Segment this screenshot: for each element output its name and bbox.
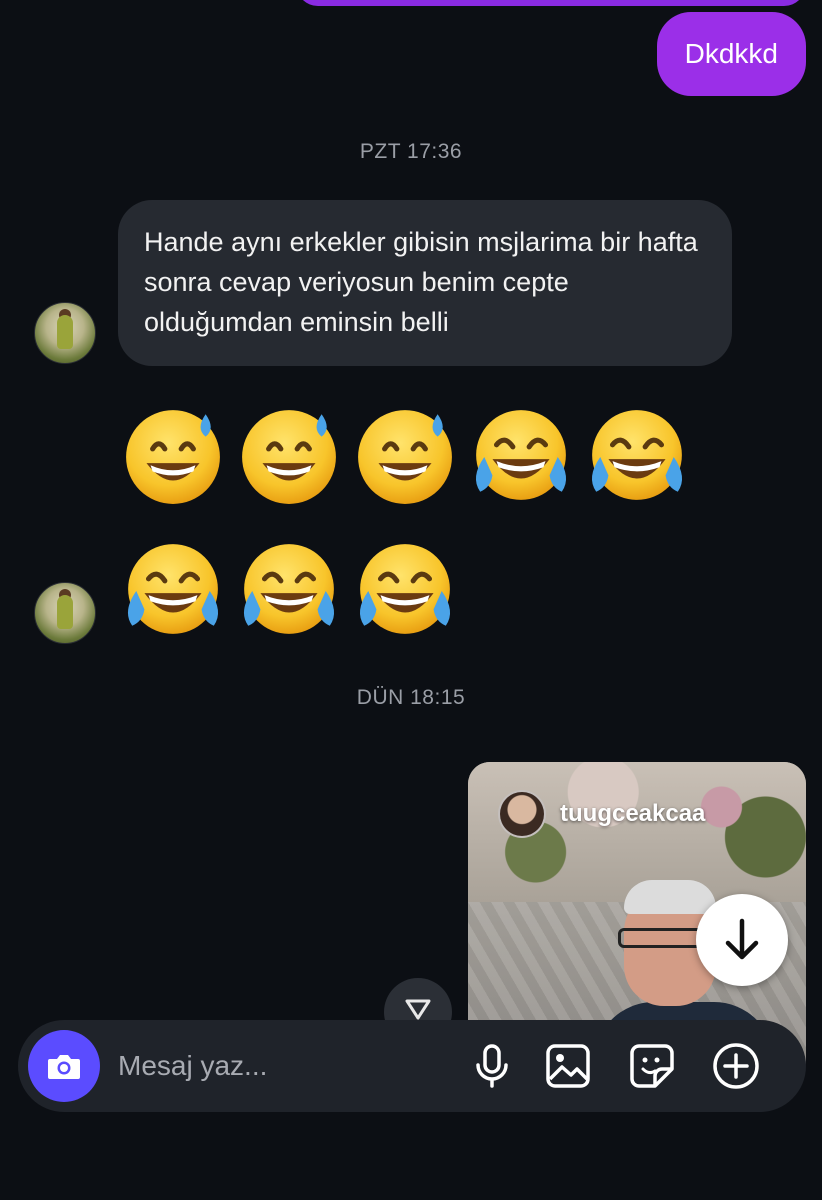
- sender-avatar[interactable]: [34, 302, 96, 364]
- camera-icon: [48, 1055, 80, 1079]
- face-with-tears-of-joy-emoji: [243, 544, 335, 634]
- chat-screen: Dkdkkd PZT 17:36 Hande aynı erkekler gib…: [0, 0, 822, 1200]
- gallery-icon: [546, 1044, 590, 1088]
- story-author-avatar: [498, 790, 546, 838]
- more-actions-button[interactable]: [712, 1042, 760, 1090]
- incoming-message-bubble[interactable]: Hande aynı erkekler gibisin msjlarima bi…: [118, 200, 732, 366]
- face-with-tears-of-joy-emoji: [591, 410, 683, 500]
- incoming-message-text: Hande aynı erkekler gibisin msjlarima bi…: [144, 227, 698, 337]
- message-composer: [18, 1020, 806, 1112]
- outgoing-message-text: Dkdkkd: [684, 38, 778, 69]
- grinning-face-with-sweat-emoji: [358, 410, 452, 504]
- timestamp: PZT 17:36: [359, 140, 463, 163]
- message-input[interactable]: [118, 1046, 458, 1086]
- plus-icon: [713, 1043, 759, 1089]
- grinning-face-with-sweat-emoji: [126, 410, 220, 504]
- sender-avatar[interactable]: [34, 582, 96, 644]
- story-author-username: tuugceakcaa: [560, 800, 706, 827]
- microphone-icon: [476, 1044, 508, 1088]
- timestamp: DÜN 18:15: [356, 686, 466, 709]
- arrow-down-icon: [725, 918, 759, 960]
- grinning-face-with-sweat-emoji: [242, 410, 336, 504]
- face-with-tears-of-joy-emoji: [359, 544, 451, 634]
- sticker-button[interactable]: [628, 1042, 676, 1090]
- outgoing-message-bubble[interactable]: Dkdkkd: [656, 12, 806, 96]
- face-with-tears-of-joy-emoji: [475, 410, 567, 500]
- microphone-button[interactable]: [468, 1042, 516, 1090]
- story-author[interactable]: tuugceakcaa: [498, 790, 705, 838]
- reply-icon: [405, 999, 431, 1020]
- outgoing-message-bubble-partial[interactable]: [296, 0, 806, 6]
- camera-button[interactable]: [28, 1030, 100, 1102]
- emoji-message-row[interactable]: [122, 538, 456, 640]
- gallery-button[interactable]: [544, 1042, 592, 1090]
- sticker-icon: [630, 1044, 674, 1088]
- emoji-message-row[interactable]: [122, 404, 688, 506]
- scroll-to-bottom-button[interactable]: [696, 894, 788, 986]
- face-with-tears-of-joy-emoji: [127, 544, 219, 634]
